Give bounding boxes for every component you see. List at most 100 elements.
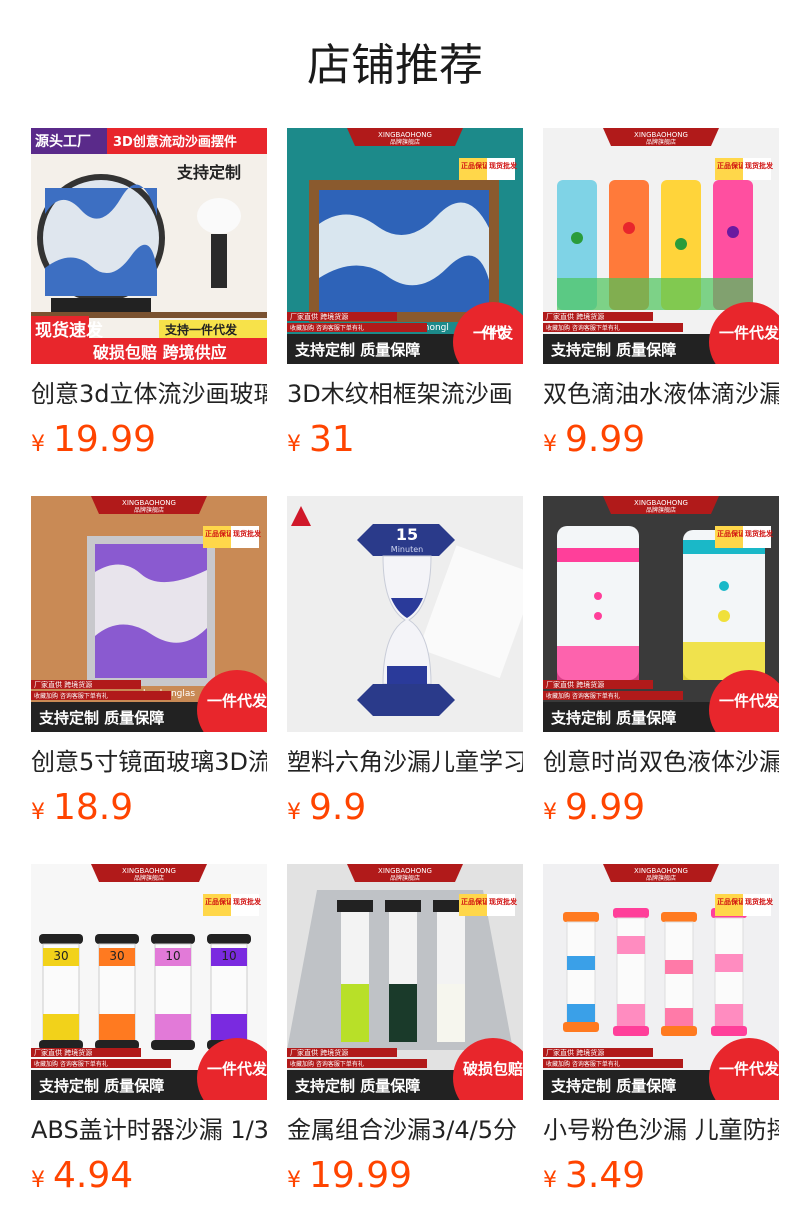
currency-symbol: ¥ bbox=[31, 1168, 45, 1193]
product-name[interactable]: 创意时尚双色液体沙漏 bbox=[543, 744, 779, 780]
product-name[interactable]: 塑料六角沙漏儿童学习 bbox=[287, 744, 523, 780]
product-name[interactable]: 创意3d立体流沙画玻璃 bbox=[31, 376, 267, 412]
product-card[interactable]: XINGBAOHONG 品牌旗舰店 正品保证 现货批发 厂家直供 跨境货源 收藏… bbox=[543, 128, 779, 462]
badge-b: 现货批发 bbox=[745, 897, 774, 906]
corner-badge: 一件代发 bbox=[719, 692, 779, 710]
corner-badge: 一件代发 bbox=[473, 324, 514, 342]
product-name[interactable]: ABS盖计时器沙漏 1/3 bbox=[31, 1112, 267, 1148]
store-label: 品牌旗舰店 bbox=[646, 506, 676, 514]
currency-symbol: ¥ bbox=[543, 432, 557, 457]
strip-2: 收藏加购 咨询客服下单有礼 bbox=[546, 324, 620, 332]
store-label: 品牌旗舰店 bbox=[390, 138, 420, 146]
price-value: 31 bbox=[309, 419, 355, 460]
currency-symbol: ¥ bbox=[543, 1168, 557, 1193]
metal-set-image: XINGBAOHONG 品牌旗舰店 正品保证 现货批发 厂家直供 跨境货源 收藏… bbox=[287, 864, 523, 1100]
brand-label: XINGBAOHONG bbox=[378, 867, 432, 875]
price-value: 4.94 bbox=[53, 1155, 134, 1196]
badge-a: 正品保证 bbox=[205, 897, 233, 906]
product-image[interactable]: XINGBAOHONG 品牌旗舰店 正品保证 现货批发 baohonglas 厂… bbox=[31, 496, 267, 732]
product-name[interactable]: 小号粉色沙漏 儿童防摔 bbox=[543, 1112, 779, 1148]
product-card[interactable]: XINGBAOHONG 品牌旗舰店 30 30 10 10 正品保证 现货批发 … bbox=[31, 864, 267, 1198]
badge-bottom-text: 破损包赔 跨境供应 bbox=[93, 343, 227, 362]
brand-label: XINGBAOHONG bbox=[378, 131, 432, 139]
badge-b: 现货批发 bbox=[745, 161, 774, 170]
strip-1: 厂家直供 跨境货源 bbox=[546, 312, 604, 321]
brand-label: XINGBAOHONG bbox=[634, 499, 688, 507]
product-image[interactable]: XINGBAOHONG 品牌旗舰店 正品保证 现货批发 厂家直供 跨境货源 收藏… bbox=[543, 496, 779, 732]
currency-symbol: ¥ bbox=[287, 800, 301, 825]
price-value: 19.99 bbox=[309, 1155, 413, 1196]
strip-2: 收藏加购 咨询客服下单有礼 bbox=[546, 1060, 620, 1068]
badge-bottom-small: 支持一件代发 bbox=[164, 322, 238, 337]
badge-a: 正品保证 bbox=[717, 529, 745, 538]
currency-symbol: ¥ bbox=[543, 800, 557, 825]
footer-label: 支持定制 质量保障 bbox=[550, 1077, 676, 1095]
store-label: 品牌旗舰店 bbox=[134, 506, 164, 514]
product-card[interactable]: 源头工厂 3D创意流动沙画摆件 支持定制 支持一件代发 现货速发 破损包赔 跨境… bbox=[31, 128, 267, 462]
store-label: 品牌旗舰店 bbox=[646, 138, 676, 146]
badge-b: 现货批发 bbox=[489, 897, 518, 906]
product-image[interactable]: XINGBAOHONG 品牌旗舰店 30 30 10 10 正品保证 现货批发 … bbox=[31, 864, 267, 1100]
product-image[interactable]: XINGBAOHONG 品牌旗舰店 正品保证 现货批发 厂家直供 跨境货源 收藏… bbox=[543, 128, 779, 364]
brand-label: XINGBAOHONG bbox=[122, 867, 176, 875]
strip-1: 厂家直供 跨境货源 bbox=[290, 312, 348, 321]
product-price: ¥18.9 bbox=[31, 786, 267, 830]
currency-symbol: ¥ bbox=[31, 432, 45, 457]
currency-symbol: ¥ bbox=[287, 432, 301, 457]
brand-label: XINGBAOHONG bbox=[634, 131, 688, 139]
product-name[interactable]: 创意5寸镜面玻璃3D流 bbox=[31, 744, 267, 780]
product-price: ¥4.94 bbox=[31, 1154, 267, 1198]
price-value: 9.99 bbox=[565, 787, 646, 828]
product-card[interactable]: XINGBAOHONG 品牌旗舰店 正品保证 现货批发 厂家直供 跨境货源 收藏… bbox=[543, 864, 779, 1198]
currency-symbol: ¥ bbox=[287, 1168, 301, 1193]
timer-label: 10 bbox=[221, 949, 236, 963]
price-value: 3.49 bbox=[565, 1155, 646, 1196]
product-price: ¥9.99 bbox=[543, 786, 779, 830]
price-value: 18.9 bbox=[53, 787, 134, 828]
strip-1: 厂家直供 跨境货源 bbox=[34, 1048, 92, 1057]
product-image[interactable]: XINGBAOHONG 品牌旗舰店 正品保证 现货批发 baohongl 厂家直… bbox=[287, 128, 523, 364]
product-card[interactable]: XINGBAOHONG 品牌旗舰店 正品保证 现货批发 厂家直供 跨境货源 收藏… bbox=[543, 496, 779, 830]
oil-timer-double-image: XINGBAOHONG 品牌旗舰店 正品保证 现货批发 厂家直供 跨境货源 收藏… bbox=[543, 496, 779, 732]
product-name[interactable]: 3D木纹相框架流沙画 bbox=[287, 376, 523, 412]
sand-art-wood-frame-image: XINGBAOHONG 品牌旗舰店 正品保证 现货批发 baohongl 厂家直… bbox=[287, 128, 523, 364]
footer-label: 支持定制 质量保障 bbox=[294, 1077, 420, 1095]
badge-b: 现货批发 bbox=[489, 161, 518, 170]
oil-timer-quad-image: XINGBAOHONG 品牌旗舰店 正品保证 现货批发 厂家直供 跨境货源 收藏… bbox=[543, 128, 779, 364]
product-card[interactable]: XINGBAOHONG 品牌旗舰店 正品保证 现货批发 baohonglas 厂… bbox=[31, 496, 267, 830]
store-label: 品牌旗舰店 bbox=[646, 874, 676, 882]
product-price: ¥19.99 bbox=[287, 1154, 523, 1198]
product-image[interactable]: XINGBAOHONG 品牌旗舰店 正品保证 现货批发 厂家直供 跨境货源 收藏… bbox=[543, 864, 779, 1100]
sand-art-round-image: 源头工厂 3D创意流动沙画摆件 支持定制 支持一件代发 现货速发 破损包赔 跨境… bbox=[31, 128, 267, 364]
timer-label: 10 bbox=[165, 949, 180, 963]
strip-1: 厂家直供 跨境货源 bbox=[34, 680, 92, 689]
product-price: ¥9.99 bbox=[543, 418, 779, 462]
product-price: ¥9.9 bbox=[287, 786, 523, 830]
badge-b: 现货批发 bbox=[745, 529, 774, 538]
sand-art-mirror-image: XINGBAOHONG 品牌旗舰店 正品保证 现货批发 baohonglas 厂… bbox=[31, 496, 267, 732]
footer-label: 支持定制 质量保障 bbox=[38, 709, 164, 727]
badge-b: 现货批发 bbox=[233, 897, 262, 906]
product-card[interactable]: XINGBAOHONG 品牌旗舰店 正品保证 现货批发 baohongl 厂家直… bbox=[287, 128, 523, 462]
badge-a: 正品保证 bbox=[461, 161, 489, 170]
hex-hourglass-image: 15 Minuten bbox=[287, 496, 523, 732]
price-value: 9.99 bbox=[565, 419, 646, 460]
strip-1: 厂家直供 跨境货源 bbox=[546, 680, 604, 689]
corner-badge: 一件代发 bbox=[719, 1060, 779, 1078]
strip-2: 收藏加购 咨询客服下单有礼 bbox=[290, 1060, 364, 1068]
product-price: ¥31 bbox=[287, 418, 523, 462]
strip-1: 厂家直供 跨境货源 bbox=[546, 1048, 604, 1057]
product-image[interactable]: XINGBAOHONG 品牌旗舰店 正品保证 现货批发 厂家直供 跨境货源 收藏… bbox=[287, 864, 523, 1100]
brand-label: XINGBAOHONG bbox=[634, 867, 688, 875]
footer-label: 支持定制 质量保障 bbox=[294, 341, 420, 359]
abs-timers-image: XINGBAOHONG 品牌旗舰店 30 30 10 10 正品保证 现货批发 … bbox=[31, 864, 267, 1100]
strip-2: 收藏加购 咨询客服下单有礼 bbox=[546, 692, 620, 700]
product-card[interactable]: XINGBAOHONG 品牌旗舰店 正品保证 现货批发 厂家直供 跨境货源 收藏… bbox=[287, 864, 523, 1198]
badge-a: 正品保证 bbox=[205, 529, 233, 538]
product-name[interactable]: 金属组合沙漏3/4/5分 bbox=[287, 1112, 523, 1148]
product-image[interactable]: 源头工厂 3D创意流动沙画摆件 支持定制 支持一件代发 现货速发 破损包赔 跨境… bbox=[31, 128, 267, 364]
strip-2: 收藏加购 咨询客服下单有礼 bbox=[34, 692, 108, 700]
product-name[interactable]: 双色滴油水液体滴沙漏 bbox=[543, 376, 779, 412]
product-card[interactable]: 15 Minuten 塑料六角沙漏儿童学习 ¥9.9 bbox=[287, 496, 523, 830]
product-image[interactable]: 15 Minuten bbox=[287, 496, 523, 732]
